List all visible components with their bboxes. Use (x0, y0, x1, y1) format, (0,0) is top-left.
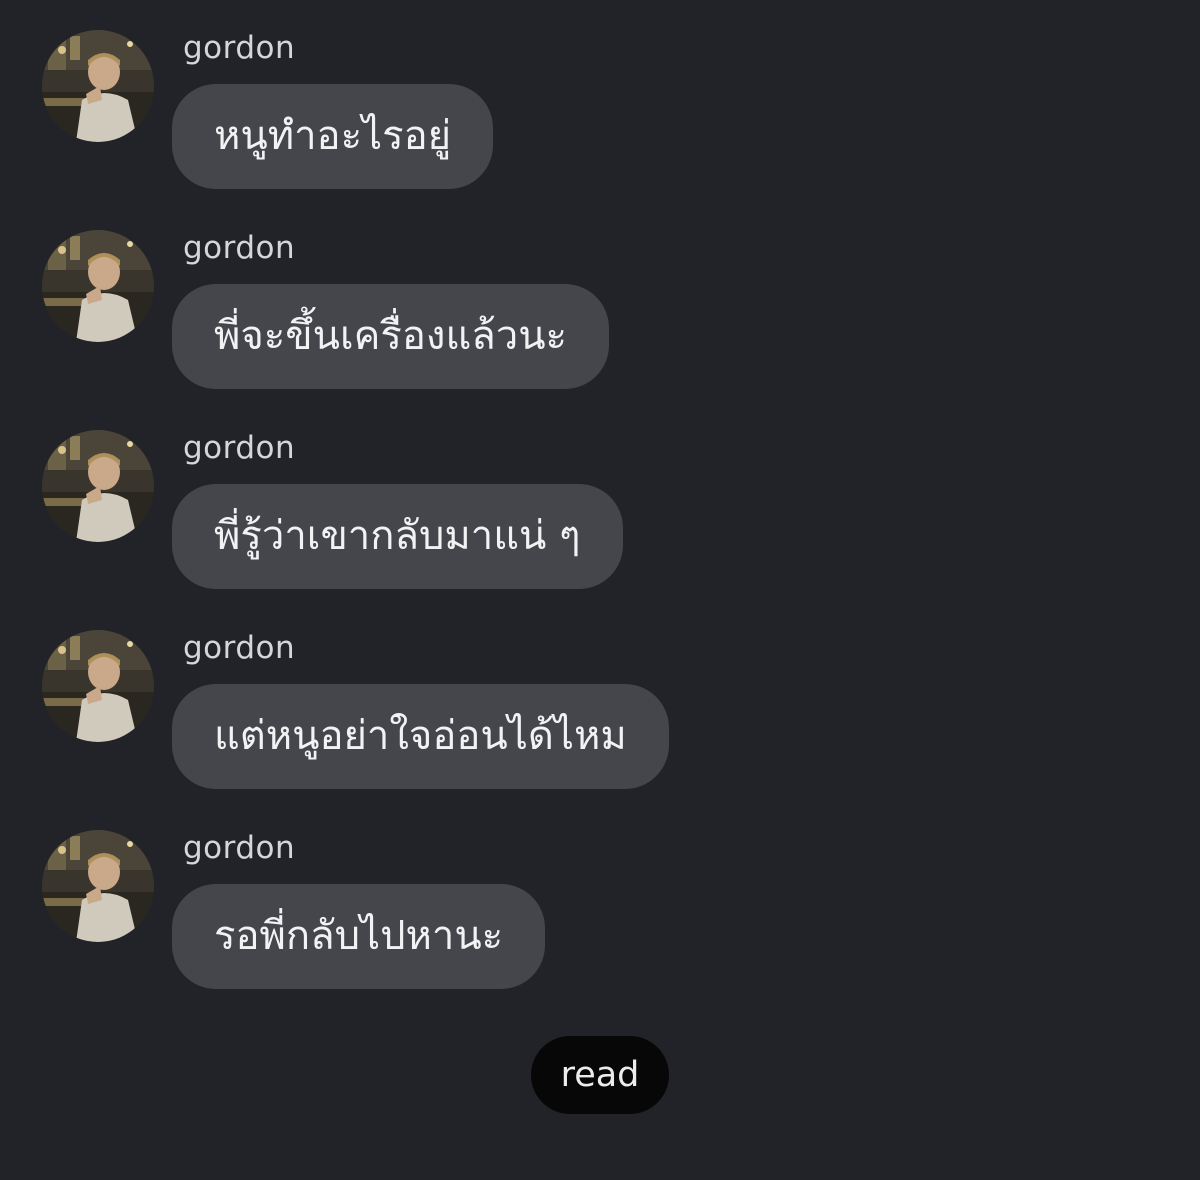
sender-name: gordon (183, 830, 296, 866)
message-row: gordon แต่หนูอย่าใจอ่อนได้ไหม (0, 600, 1200, 789)
sender-avatar[interactable] (42, 830, 154, 942)
message-bubble[interactable]: รอพี่กลับไปหานะ (172, 884, 546, 989)
sender-avatar[interactable] (42, 30, 154, 142)
message-row: gordon รอพี่กลับไปหานะ (0, 800, 1200, 989)
sender-name: gordon (183, 30, 296, 66)
message-bubble[interactable]: แต่หนูอย่าใจอ่อนได้ไหม (172, 684, 669, 789)
sender-avatar[interactable] (42, 430, 154, 542)
sender-name: gordon (183, 430, 296, 466)
sender-name: gordon (183, 230, 296, 266)
message-row: gordon หนูทำอะไรอยู่ (0, 0, 1200, 189)
message-row: gordon พี่รู้ว่าเขากลับมาแน่ ๆ (0, 400, 1200, 589)
avatar-photo-icon (42, 630, 154, 742)
avatar-photo-icon (42, 30, 154, 142)
avatar-photo-icon (42, 830, 154, 942)
avatar-photo-icon (42, 230, 154, 342)
sender-name: gordon (183, 630, 296, 666)
sender-avatar[interactable] (42, 230, 154, 342)
message-bubble[interactable]: พี่จะขึ้นเครื่องแล้วนะ (172, 284, 610, 389)
avatar-photo-icon (42, 430, 154, 542)
read-receipt-badge: read (531, 1036, 669, 1114)
message-bubble[interactable]: หนูทำอะไรอยู่ (172, 84, 494, 189)
message-bubble[interactable]: พี่รู้ว่าเขากลับมาแน่ ๆ (172, 484, 623, 589)
sender-avatar[interactable] (42, 630, 154, 742)
chat-thread: gordon หนูทำอะไรอยู่ gordon พี่จะขึ้นเคร… (0, 0, 1200, 1180)
message-row: gordon พี่จะขึ้นเครื่องแล้วนะ (0, 200, 1200, 389)
